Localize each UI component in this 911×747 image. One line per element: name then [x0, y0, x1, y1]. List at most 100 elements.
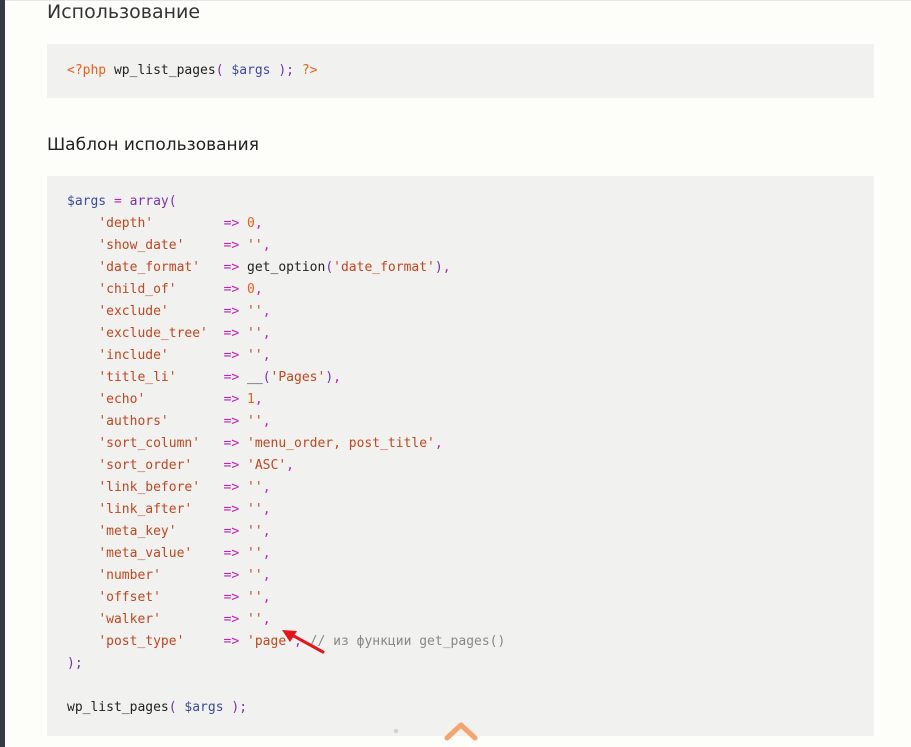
code-comment: // из функции get_pages()	[309, 634, 506, 649]
left-edge-bar	[0, 0, 5, 747]
paren-open: (	[262, 370, 271, 385]
array-value: 0	[247, 216, 255, 231]
code-line: 'meta_key' => '',	[67, 521, 271, 543]
arrow-operator: =>	[223, 238, 240, 253]
chevron-up-icon	[444, 722, 478, 741]
comma: ,	[262, 238, 271, 253]
args-variable: $args	[67, 194, 107, 209]
function-argument: 'date_format'	[333, 260, 435, 275]
array-value: ''	[247, 612, 263, 627]
key-padding	[177, 524, 216, 539]
key-padding	[169, 348, 216, 363]
key-padding	[161, 590, 216, 605]
template-code-block: $args = array( 'depth' => 0, 'show_date'…	[47, 176, 874, 736]
function-name: wp_list_pages	[113, 63, 216, 78]
array-value: ''	[247, 414, 263, 429]
array-value: ''	[247, 480, 263, 495]
comma: ,	[434, 436, 443, 451]
arrow-operator: =>	[223, 568, 240, 583]
array-key: 'echo'	[98, 392, 146, 407]
array-value: ''	[247, 326, 263, 341]
code-line: 'walker' => '',	[67, 609, 271, 631]
array-key: 'number'	[98, 568, 161, 583]
template-heading: Шаблон использования	[47, 135, 259, 155]
code-line: 'title_li' => __('Pages'),	[67, 367, 341, 389]
key-padding	[192, 546, 215, 561]
array-value: ''	[247, 348, 263, 363]
arrow-operator: =>	[223, 348, 240, 363]
array-key: 'authors'	[98, 414, 169, 429]
array-value: ''	[247, 568, 263, 583]
code-line: 'meta_value' => '',	[67, 543, 271, 565]
code-line: 'sort_column' => 'menu_order, post_title…	[67, 433, 443, 455]
code-line: 'link_before' => '',	[67, 477, 270, 499]
paren-close: )	[325, 370, 334, 385]
comma: ,	[262, 568, 271, 583]
array-key: 'sort_column'	[98, 436, 201, 451]
scroll-indicator-dot	[394, 729, 398, 733]
arrow-operator: =>	[223, 590, 240, 605]
php-close-tag: ?>	[301, 63, 318, 78]
key-padding	[177, 370, 216, 385]
args-variable: $args	[184, 700, 224, 715]
array-value: ''	[247, 502, 263, 517]
array-key: 'sort_order'	[98, 458, 193, 473]
comma: ,	[262, 546, 271, 561]
code-line: 'exclude_tree' => '',	[67, 323, 271, 345]
code-line-call: wp_list_pages( $args );	[67, 697, 247, 719]
arrow-operator: =>	[223, 502, 240, 517]
paren-close: )	[434, 260, 443, 275]
code-line-head: $args = array(	[67, 191, 177, 213]
key-padding	[177, 282, 216, 297]
paren-close: );	[231, 700, 248, 715]
arrow-operator: =>	[223, 370, 240, 385]
array-value: ''	[247, 524, 263, 539]
array-value: 1	[247, 392, 255, 407]
comma: ,	[333, 370, 341, 385]
key-padding	[169, 304, 216, 319]
comma: ,	[262, 524, 271, 539]
array-key: 'exclude'	[98, 304, 169, 319]
arrow-operator: =>	[223, 392, 240, 407]
arrow-operator: =>	[223, 524, 240, 539]
array-key: 'title_li'	[98, 370, 177, 385]
usage-heading: Использование	[47, 1, 201, 23]
key-padding	[200, 480, 216, 495]
arrow-operator: =>	[223, 414, 240, 429]
comma: ,	[262, 348, 271, 363]
code-line: 'date_format' => get_option('date_format…	[67, 257, 451, 279]
code-line: 'sort_order' => 'ASC',	[67, 455, 294, 477]
comma: ,	[262, 414, 271, 429]
arrow-operator: =>	[223, 260, 240, 275]
array-value: ''	[247, 546, 263, 561]
arrow-operator: =>	[223, 634, 240, 649]
array-key: 'meta_value'	[98, 546, 193, 561]
comma: ,	[254, 282, 263, 297]
comma: ,	[262, 326, 271, 341]
function-name: wp_list_pages	[67, 700, 169, 715]
array-value: ''	[247, 590, 263, 605]
scroll-to-top-button[interactable]	[444, 719, 478, 743]
comma: ,	[262, 612, 271, 627]
code-line: 'include' => '',	[67, 345, 271, 367]
paren-open: (	[168, 700, 177, 715]
array-key: 'include'	[98, 348, 169, 363]
array-key: 'offset'	[98, 590, 161, 605]
key-padding	[161, 612, 216, 627]
array-function: array	[129, 194, 169, 209]
comma: ,	[442, 260, 451, 275]
array-key: 'show_date'	[98, 238, 185, 253]
assign-operator: =	[113, 194, 122, 209]
key-padding	[208, 326, 216, 341]
arrow-operator: =>	[223, 216, 240, 231]
comma: ,	[262, 590, 271, 605]
paren-open: (	[168, 194, 177, 209]
array-value: 'ASC'	[247, 458, 287, 473]
array-key: 'post_type'	[98, 634, 185, 649]
array-key: 'depth'	[98, 216, 154, 231]
php-open-tag: <?php	[67, 63, 107, 78]
comma: ,	[254, 392, 263, 407]
code-line: 'link_after' => '',	[67, 499, 270, 521]
comma: ,	[262, 304, 271, 319]
array-key: 'date_format'	[98, 260, 201, 275]
